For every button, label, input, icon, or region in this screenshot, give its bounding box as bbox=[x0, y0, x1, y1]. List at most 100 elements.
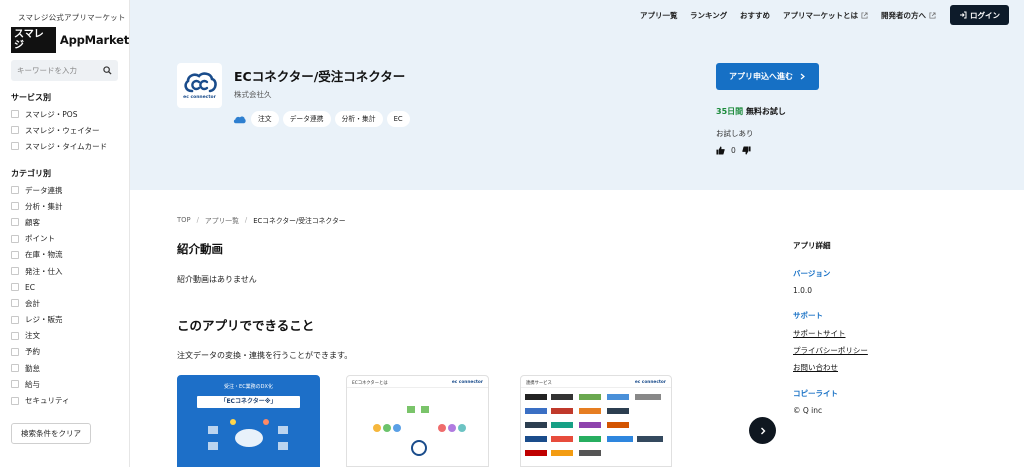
category-filter-item[interactable]: セキュリティ bbox=[11, 392, 70, 408]
breadcrumb-separator: / bbox=[196, 216, 199, 224]
support-site-link[interactable]: サポートサイト bbox=[793, 328, 893, 339]
app-icon: ec connector bbox=[177, 63, 222, 108]
category-filter-item[interactable]: レジ・販売 bbox=[11, 312, 70, 328]
checkbox[interactable] bbox=[11, 364, 19, 373]
screenshot-3-title: 連携サービス bbox=[526, 381, 552, 386]
service-filter-item[interactable]: スマレジ・ウェイター bbox=[11, 122, 107, 138]
search-box bbox=[11, 60, 118, 81]
nav-recommended[interactable]: おすすめ bbox=[740, 10, 770, 21]
clear-filters-button[interactable]: 検索条件をクリア bbox=[11, 423, 91, 444]
category-filter-item[interactable]: 給与 bbox=[11, 376, 70, 392]
nav-ranking[interactable]: ランキング bbox=[690, 10, 727, 21]
checkbox[interactable] bbox=[11, 283, 19, 292]
privacy-policy-link[interactable]: プライバシーポリシー bbox=[793, 345, 893, 356]
breadcrumb-separator: / bbox=[244, 216, 248, 224]
checkbox[interactable] bbox=[11, 331, 19, 340]
nav-developers[interactable]: 開発者の方へ bbox=[881, 10, 936, 21]
vote-controls: 0 bbox=[716, 146, 751, 155]
search-icon[interactable] bbox=[103, 66, 112, 75]
nav-app-list[interactable]: アプリ一覧 bbox=[640, 10, 678, 21]
contact-link[interactable]: お問い合わせ bbox=[793, 362, 893, 373]
checkbox[interactable] bbox=[11, 396, 19, 405]
checkbox[interactable] bbox=[11, 126, 19, 135]
category-filter-item[interactable]: 発注・仕入 bbox=[11, 263, 70, 279]
features-heading: このアプリでできること bbox=[177, 318, 315, 333]
category-filter-item[interactable]: 顧客 bbox=[11, 214, 70, 230]
screenshot-2-diagram-icon bbox=[373, 406, 466, 456]
ec-connector-logo-icon bbox=[183, 71, 217, 92]
checkbox[interactable] bbox=[11, 299, 19, 308]
sidebar: スマレジ公式アプリマーケット スマレジ AppMarket サービス別 スマレジ… bbox=[0, 0, 130, 467]
service-filter-item[interactable]: スマレジ・タイムカード bbox=[11, 138, 107, 154]
breadcrumb: TOP / アプリ一覧 / ECコネクター/受注コネクター bbox=[177, 215, 346, 225]
app-details: アプリ詳細 バージョン 1.0.0 サポート サポートサイト プライバシーポリシ… bbox=[793, 240, 893, 415]
category-section-title: カテゴリ別 bbox=[11, 169, 51, 178]
tag-data-integration[interactable]: データ連携 bbox=[282, 111, 331, 127]
breadcrumb-current: ECコネクター/受注コネクター bbox=[253, 217, 346, 225]
screenshot-1-heading: 受注・EC業務のDX化 bbox=[224, 384, 273, 390]
checkbox[interactable] bbox=[11, 267, 19, 276]
checkbox[interactable] bbox=[11, 110, 19, 119]
screenshot-thumbnail-2[interactable]: ECコネクターとは ec connector bbox=[346, 375, 489, 467]
category-filter-item[interactable]: データ連携 bbox=[11, 182, 70, 198]
brand-logo-box: スマレジ bbox=[11, 27, 56, 53]
cloud-icon bbox=[233, 116, 246, 123]
checkbox[interactable] bbox=[11, 347, 19, 356]
checkbox[interactable] bbox=[11, 250, 19, 259]
category-filter-item[interactable]: EC bbox=[11, 279, 70, 295]
category-filter-item[interactable]: ポイント bbox=[11, 231, 70, 247]
apply-button[interactable]: アプリ申込へ進む bbox=[716, 63, 819, 90]
category-filter-item[interactable]: 会計 bbox=[11, 295, 70, 311]
screenshot-thumbnail-1[interactable]: 受注・EC業務のDX化 「ECコネクター※」 bbox=[177, 375, 320, 467]
category-filter-item[interactable]: 注文 bbox=[11, 328, 70, 344]
tag-analytics[interactable]: 分析・集計 bbox=[334, 111, 383, 127]
breadcrumb-app-list[interactable]: アプリ一覧 bbox=[205, 215, 239, 225]
thumbs-up-icon[interactable] bbox=[716, 146, 725, 155]
login-icon bbox=[960, 11, 967, 19]
carousel-next-button[interactable] bbox=[749, 417, 776, 444]
chevron-right-icon bbox=[760, 427, 765, 434]
thumbs-down-icon[interactable] bbox=[742, 146, 751, 155]
search-input[interactable] bbox=[17, 66, 97, 75]
app-icon-label: ec connector bbox=[183, 94, 216, 100]
app-company[interactable]: 株式会社久 bbox=[234, 89, 272, 100]
login-button[interactable]: ログイン bbox=[950, 5, 1009, 25]
brand-logo-text: AppMarket bbox=[59, 33, 129, 47]
service-filter-item[interactable]: スマレジ・POS bbox=[11, 106, 107, 122]
copyright-value: © Q inc bbox=[793, 406, 823, 415]
nav-about[interactable]: アプリマーケットとは bbox=[783, 10, 868, 21]
app-hero bbox=[130, 30, 1024, 190]
tag-ec[interactable]: EC bbox=[386, 111, 410, 127]
video-heading: 紹介動画 bbox=[177, 242, 223, 256]
no-video-text: 紹介動画はありません bbox=[177, 275, 257, 284]
copyright-label: コピーライト bbox=[793, 389, 838, 398]
version-value: 1.0.0 bbox=[793, 286, 813, 295]
breadcrumb-top[interactable]: TOP bbox=[177, 216, 191, 224]
vote-count: 0 bbox=[731, 146, 736, 155]
category-filter-item[interactable]: 分析・集計 bbox=[11, 198, 70, 214]
checkbox[interactable] bbox=[11, 186, 19, 195]
screenshot-thumbnail-3[interactable]: 連携サービス ec connector bbox=[520, 375, 672, 467]
support-label: サポート bbox=[793, 311, 823, 320]
checkbox[interactable] bbox=[11, 315, 19, 324]
checkbox[interactable] bbox=[11, 142, 19, 151]
service-list: スマレジ・POS スマレジ・ウェイター スマレジ・タイムカード bbox=[11, 106, 107, 155]
category-filter-item[interactable]: 勤怠 bbox=[11, 360, 70, 376]
screenshot-1-illustration-icon bbox=[208, 419, 288, 450]
category-filter-item[interactable]: 予約 bbox=[11, 344, 70, 360]
tag-order[interactable]: 注文 bbox=[251, 111, 279, 127]
brand-logo[interactable]: スマレジ AppMarket bbox=[11, 27, 129, 53]
checkbox[interactable] bbox=[11, 234, 19, 243]
app-tags: 注文 データ連携 分析・集計 EC bbox=[233, 111, 414, 127]
brand-subtitle: スマレジ公式アプリマーケット bbox=[18, 13, 126, 22]
version-label: バージョン bbox=[793, 269, 831, 278]
external-link-icon bbox=[929, 12, 936, 19]
category-list: データ連携 分析・集計 顧客 ポイント 在庫・物流 発注・仕入 EC 会計 レジ… bbox=[11, 182, 70, 409]
screenshot-2-title: ECコネクターとは bbox=[352, 381, 388, 386]
checkbox[interactable] bbox=[11, 218, 19, 227]
screenshot-1-banner: 「ECコネクター※」 bbox=[197, 396, 300, 408]
checkbox[interactable] bbox=[11, 380, 19, 389]
category-filter-item[interactable]: 在庫・物流 bbox=[11, 247, 70, 263]
chevron-right-icon bbox=[800, 73, 805, 80]
checkbox[interactable] bbox=[11, 202, 19, 211]
